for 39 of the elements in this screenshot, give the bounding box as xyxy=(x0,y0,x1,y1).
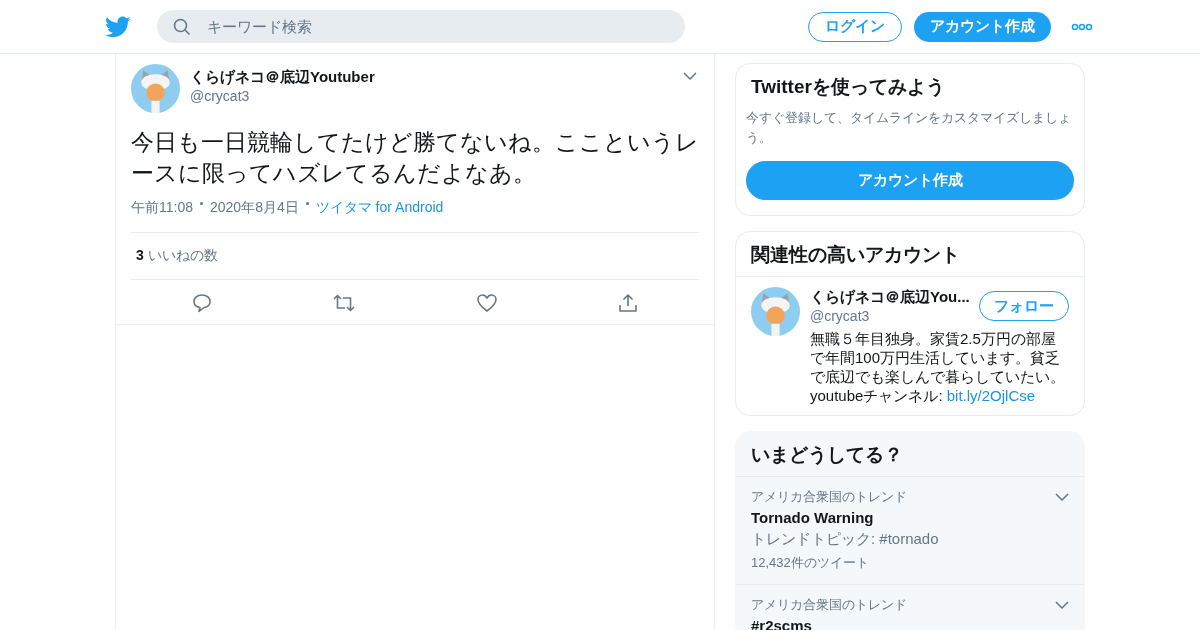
trend-region: アメリカ合衆国のトレンド xyxy=(751,596,908,614)
share-icon[interactable] xyxy=(617,292,640,314)
author-handle[interactable]: @crycat3 xyxy=(190,87,673,105)
follow-button[interactable]: フォロー xyxy=(979,291,1069,321)
author-name[interactable]: くらげネコ＠底辺Youtuber xyxy=(190,67,673,87)
account-name[interactable]: くらげネコ＠底辺You... xyxy=(810,287,971,307)
heart-icon[interactable] xyxy=(475,292,498,314)
retweet-icon[interactable] xyxy=(332,292,357,314)
trend-item[interactable]: アメリカ合衆国のトレンド Tornado Warning トレンドトピック: #tornado 12,432件のツイート xyxy=(736,477,1084,585)
likes-count[interactable]: 3 xyxy=(136,247,144,265)
reply-icon[interactable] xyxy=(190,292,213,314)
signup-button[interactable]: アカウント作成 xyxy=(746,161,1074,200)
account-bio: 無職５年目独身。家賃2.5万円の部屋で年間100万円生活しています。貧乏で底辺でも楽しんで暮らしていたい。youtubeチャンネル: bit.ly/2OjlCse xyxy=(810,329,1066,405)
account-handle[interactable]: @crycat3 xyxy=(810,307,971,325)
tweet-time[interactable]: 午前11:08 xyxy=(131,199,193,217)
likes-label[interactable]: いいねの数 xyxy=(147,247,218,265)
card-title: Twitterを使ってみよう xyxy=(751,75,946,99)
trend-topic: トレンドトピック: #tornado xyxy=(751,529,940,549)
tweet-date: 2020年8月4日 xyxy=(210,199,299,217)
card-title: いまどうしてる？ xyxy=(736,432,1084,477)
chevron-down-icon[interactable] xyxy=(1055,493,1069,501)
separator-dot xyxy=(305,202,309,205)
login-button[interactable]: ログイン xyxy=(808,11,902,42)
chevron-down-icon[interactable] xyxy=(683,72,697,80)
source-link[interactable]: ツイタマ for Android xyxy=(315,199,444,217)
avatar-icon xyxy=(131,64,180,113)
tweet-text: 今日も一日競輪してたけど勝てないね。ここというレースに限ってハズレてるんだよなあ。 xyxy=(131,128,699,188)
signup-description: 今すぐ登録して、タイムラインをカスタマイズしましょう。 xyxy=(746,109,1072,147)
card-title: 関連性の高いアカウント xyxy=(736,232,1084,277)
signup-button[interactable]: アカウント作成 xyxy=(914,11,1051,42)
trend-region: アメリカ合衆国のトレンド xyxy=(751,488,908,506)
tweet-count: 12,432件のツイート xyxy=(751,554,870,572)
separator-dot xyxy=(200,202,203,205)
trend-name: Tornado Warning xyxy=(751,508,875,528)
search-field[interactable]: キーワード検索 xyxy=(157,10,685,43)
bio-link[interactable]: bit.ly/2OjlCse xyxy=(946,387,1036,404)
more-icon[interactable] xyxy=(1071,22,1093,31)
avatar-icon xyxy=(751,287,800,336)
chevron-down-icon[interactable] xyxy=(1055,601,1069,609)
